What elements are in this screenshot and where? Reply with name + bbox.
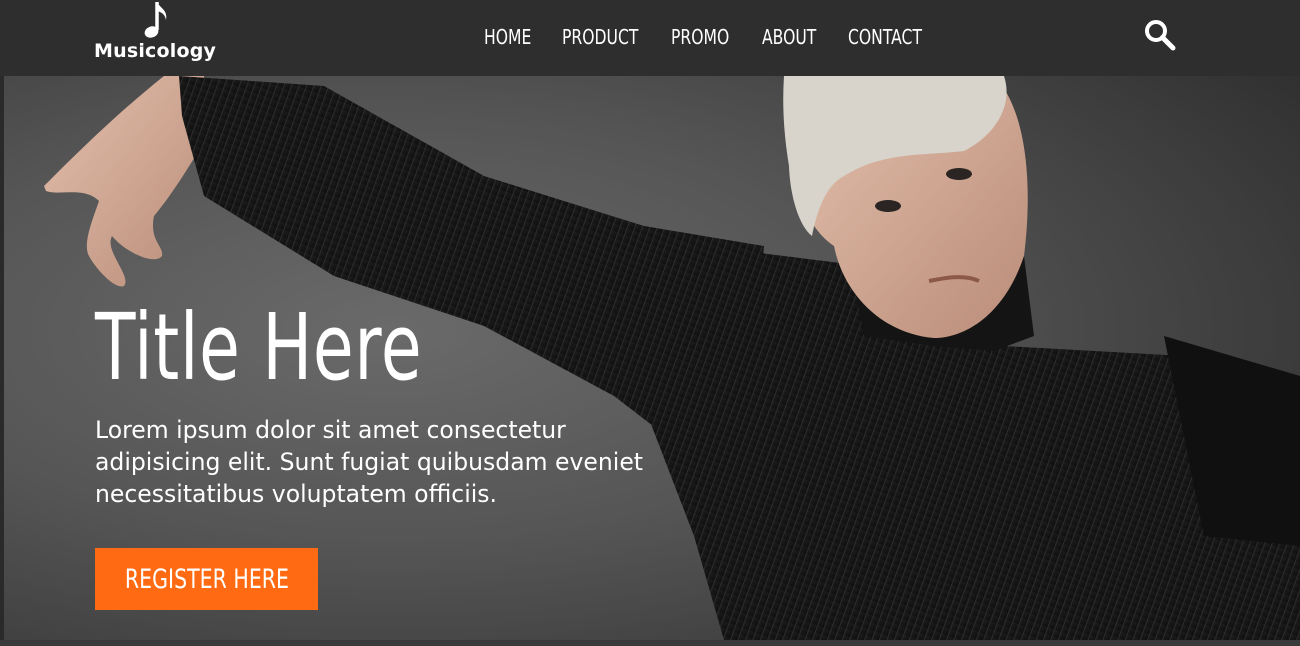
nav-item-contact: CONTACT	[848, 22, 938, 52]
main-nav: HOME PRODUCT PROMO ABOUT CONTACT	[484, 22, 938, 52]
brand-logo[interactable]: Musicology	[94, 0, 224, 72]
hero-content: Title Here Lorem ipsum dolor sit amet co…	[95, 296, 715, 510]
register-button-label: REGISTER HERE	[124, 563, 289, 595]
brand-name: Musicology	[94, 40, 217, 62]
nav-item-promo: PROMO	[671, 22, 762, 52]
search-button[interactable]	[1143, 18, 1177, 52]
nav-item-product: PRODUCT	[562, 22, 671, 52]
music-note-icon	[144, 2, 167, 38]
landing-page: Musicology HOME PRODUCT PROMO ABOUT CONT…	[0, 0, 1300, 646]
search-icon	[1145, 20, 1176, 51]
navbar: Musicology HOME PRODUCT PROMO ABOUT CONT…	[0, 0, 1300, 76]
hero-title: Title Here	[95, 294, 423, 401]
hero-section: Title Here Lorem ipsum dolor sit amet co…	[4, 76, 1300, 640]
nav-link-product[interactable]: PRODUCT	[562, 22, 647, 52]
nav-item-about: ABOUT	[762, 22, 848, 52]
nav-link-contact[interactable]: CONTACT	[848, 22, 922, 52]
nav-link-about[interactable]: ABOUT	[762, 22, 829, 52]
nav-item-home: HOME	[484, 22, 562, 52]
nav-link-home[interactable]: HOME	[484, 22, 545, 52]
hero-description: Lorem ipsum dolor sit amet consectetur a…	[95, 416, 644, 508]
nav-link-promo[interactable]: PROMO	[671, 22, 742, 52]
bottom-divider	[0, 640, 1300, 646]
register-button[interactable]: REGISTER HERE	[95, 548, 318, 610]
